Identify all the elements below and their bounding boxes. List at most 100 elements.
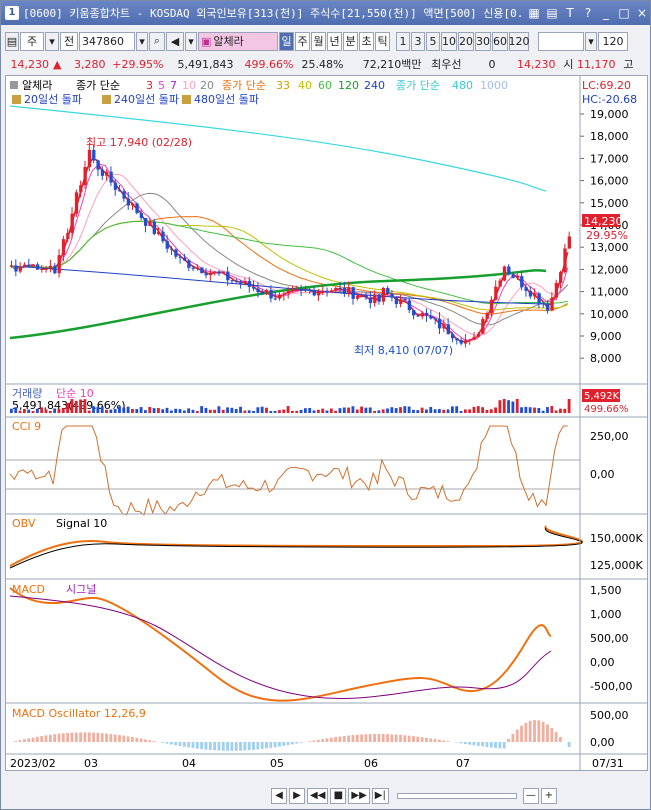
volume-bar — [44, 409, 48, 413]
stock-name: 알체라 — [213, 35, 244, 48]
minimize-icon[interactable]: _ — [598, 5, 614, 21]
price-tick-label: 15,000 — [590, 197, 629, 210]
candle-body — [234, 280, 239, 282]
lc-readout: LC:69.20 — [582, 79, 631, 92]
candle-body — [53, 265, 57, 274]
candle-body — [226, 271, 230, 281]
oscillator-bar — [399, 734, 402, 742]
oscillator-bar — [92, 732, 95, 742]
oscillator-bar — [316, 739, 320, 742]
panel-menu-icon[interactable] — [10, 81, 18, 89]
period-tab-4[interactable]: 분 — [343, 31, 358, 51]
oscillator-bar — [554, 732, 558, 742]
panel-toggle-icon[interactable]: ▤ — [5, 31, 19, 51]
volume-bar — [61, 408, 65, 413]
x-label-jun: 06 — [364, 757, 378, 770]
oscillator-bar — [498, 742, 502, 749]
candle-body — [507, 266, 511, 275]
candle-body — [472, 336, 476, 340]
candle-body — [476, 333, 481, 337]
interval-button-4[interactable]: 20 — [458, 31, 474, 51]
chart-svg[interactable]: 알체라 종가 단순 3 5 7 10 20 종가 단순 33 40 60 120… — [6, 76, 647, 770]
chevron-down-icon[interactable]: ▾ — [585, 31, 597, 51]
period-tab-0[interactable]: 일 — [279, 31, 294, 51]
count-input[interactable]: 120 — [598, 31, 628, 51]
period-tab-6[interactable]: 틱 — [375, 31, 390, 51]
volume-panel: 거래량 단순 10 5,491,843 (499.66%) 5,492K 499… — [6, 383, 647, 415]
volume-bar — [113, 409, 117, 413]
volume-bar — [295, 410, 299, 413]
bottom-controls: ◀ ▶ ◀◀ ■ ▶▶ ▶| — + — [1, 785, 650, 807]
scroll-right-icon[interactable]: ▶ — [289, 788, 305, 804]
oscillator-bar — [148, 740, 152, 742]
period-tab-3[interactable]: 년 — [327, 31, 342, 51]
tile-icon[interactable]: ▤ — [544, 5, 560, 21]
interval-button-2[interactable]: 5 — [426, 31, 440, 51]
candle-body — [100, 169, 105, 176]
zoom-in-icon[interactable]: + — [540, 788, 557, 804]
volume-bar — [485, 409, 489, 413]
volume-last: 5,492K — [584, 391, 620, 402]
oscillator-bar — [515, 729, 519, 742]
maximize-icon[interactable]: □ — [616, 5, 632, 21]
market2-button[interactable]: 전 — [60, 31, 78, 51]
interval-button-5[interactable]: 30 — [475, 31, 491, 51]
chevron-down-icon[interactable]: ▾ — [136, 31, 148, 51]
fast-forward-icon[interactable]: ▶▶ — [348, 788, 370, 804]
interval-button-3[interactable]: 10 — [441, 31, 457, 51]
text-icon[interactable]: T — [562, 5, 578, 21]
period-tab-1[interactable]: 주 — [295, 31, 310, 51]
oscillator-bar — [567, 742, 571, 747]
help-icon[interactable]: ? — [580, 5, 596, 21]
window-title: [0600] 키움종합차트 - KOSDAQ 외국인보유[313(천)] 주식수… — [23, 7, 524, 20]
oscillator-bar — [321, 739, 325, 742]
rewind-icon[interactable]: ◀◀ — [307, 788, 329, 804]
zoom-out-icon[interactable]: — — [522, 788, 539, 804]
oscillator-bar — [187, 742, 191, 748]
interval-tabs: 1 3 5 10 20 30 60 120 — [396, 31, 530, 51]
legend-ma-2: 종가 단순 — [222, 79, 266, 92]
candle-body — [252, 286, 256, 289]
oscillator-bar — [334, 737, 338, 742]
candle-body — [174, 249, 178, 257]
spacer-field[interactable] — [538, 31, 584, 51]
stock-name-field[interactable]: ▣ 알체라 — [198, 31, 278, 51]
volume-bar — [239, 406, 242, 413]
candle-body — [399, 299, 403, 304]
period-tab-5[interactable]: 초 — [359, 31, 374, 51]
candle-body — [528, 290, 533, 297]
search-icon[interactable]: ⌕ — [149, 31, 165, 51]
grid-icon[interactable]: ▦ — [526, 5, 542, 21]
chevron-down-icon[interactable]: ▾ — [185, 31, 197, 51]
candle-body — [433, 318, 437, 320]
interval-button-6[interactable]: 60 — [492, 31, 508, 51]
stop-icon[interactable]: ■ — [330, 788, 347, 804]
interval-button-1[interactable]: 3 — [411, 31, 425, 51]
oscillator-bar — [57, 733, 61, 742]
scroll-left-icon[interactable]: ◀ — [271, 788, 287, 804]
volume-bar — [325, 410, 329, 413]
zoom-slider[interactable] — [396, 793, 517, 799]
chart-area[interactable]: 알체라 종가 단순 3 5 7 10 20 종가 단순 33 40 60 120… — [5, 75, 648, 771]
oscillator-bar — [256, 742, 260, 750]
macd-tick-0: 0,00 — [590, 656, 615, 669]
close-icon[interactable]: × — [634, 5, 650, 21]
candle-body — [541, 303, 546, 305]
interval-button-7[interactable]: 120 — [509, 31, 530, 51]
market-select[interactable]: 주 — [20, 31, 44, 51]
volume-bar — [450, 406, 454, 413]
candle-body — [567, 236, 571, 249]
candle-body — [429, 315, 433, 319]
oscillator-bar — [286, 742, 290, 746]
speaker-icon[interactable]: ◀ — [166, 31, 184, 51]
candle-body — [502, 266, 507, 281]
oscillator-bar — [433, 739, 437, 742]
period-tab-2[interactable]: 월 — [311, 31, 326, 51]
code-input[interactable]: 347860 — [79, 31, 135, 51]
macd-lines — [9, 587, 552, 702]
chevron-down-icon[interactable]: ▾ — [45, 31, 59, 51]
interval-button-0[interactable]: 1 — [396, 31, 410, 51]
step-end-icon[interactable]: ▶| — [371, 788, 389, 804]
volume-bar — [70, 399, 74, 413]
macd-title: MACD — [12, 583, 45, 596]
